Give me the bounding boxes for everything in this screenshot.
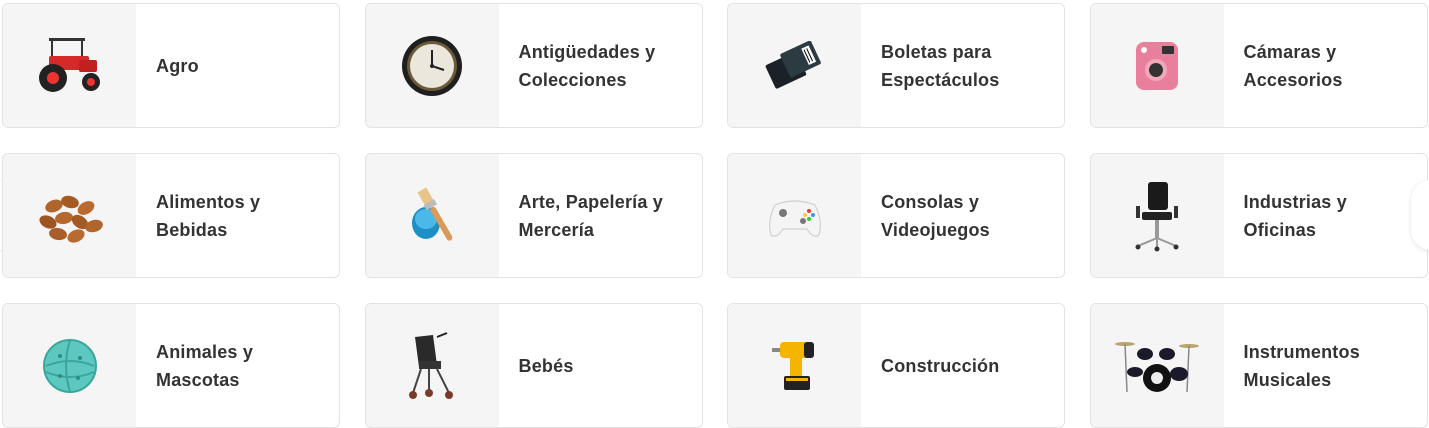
category-card-industrias[interactable]: Industrias y Oficinas [1089, 153, 1428, 278]
category-thumb [728, 304, 861, 427]
paintbrush-icon [412, 186, 453, 241]
category-label: Cámaras y Accesorios [1243, 41, 1343, 90]
drill-icon [771, 341, 814, 390]
category-card-instrumentos[interactable]: Instrumentos Musicales [1089, 303, 1428, 428]
tickets-icon [765, 40, 821, 89]
category-card-antiguedades[interactable]: Antigüedades y Colecciones [364, 3, 703, 128]
category-label: Agro [156, 55, 199, 76]
category-card-boletas[interactable]: Boletas para Espectáculos [727, 3, 1065, 128]
instant-camera-icon [1136, 41, 1178, 90]
category-label: Consolas y Videojuegos [881, 191, 990, 240]
category-label: Instrumentos Musicales [1243, 341, 1360, 390]
category-card-agro[interactable]: Agro [2, 3, 340, 128]
category-thumb [365, 304, 499, 427]
category-label: Alimentos y Bebidas [156, 191, 261, 240]
category-card-animales[interactable]: Animales y Mascotas [2, 303, 340, 428]
office-chair-icon [1135, 181, 1179, 251]
category-grid: Agro Antigüedades y Colecciones Boletas … [2, 3, 1428, 428]
category-thumb [3, 304, 136, 427]
category-label: Bebés [518, 355, 574, 376]
category-card-arte[interactable]: Arte, Papelería y Mercería [364, 153, 703, 278]
category-thumb [1090, 304, 1224, 427]
category-card-construccion[interactable]: Construcción [727, 303, 1065, 428]
category-label: Arte, Papelería y Mercería [518, 191, 663, 240]
category-thumb [1090, 4, 1224, 127]
category-thumb [3, 154, 136, 277]
category-card-consolas[interactable]: Consolas y Videojuegos [727, 153, 1065, 278]
stroller-icon [409, 331, 453, 399]
wall-clock-icon [402, 35, 462, 96]
category-label: Antigüedades y Colecciones [518, 41, 656, 90]
pet-ball-icon [42, 338, 97, 393]
category-card-camaras[interactable]: Cámaras y Accesorios [1089, 3, 1428, 128]
category-card-alimentos[interactable]: Alimentos y Bebidas [2, 153, 340, 278]
carousel-next-button[interactable] [1411, 180, 1429, 250]
drum-kit-icon [1115, 341, 1199, 392]
category-thumb [1090, 154, 1224, 277]
category-thumb [728, 4, 861, 127]
category-label: Construcción [881, 355, 1000, 376]
category-thumb [365, 4, 499, 127]
game-controller-icon [768, 199, 821, 237]
category-card-bebes[interactable]: Bebés [364, 303, 703, 428]
tractor-icon [38, 37, 100, 92]
category-thumb [3, 4, 136, 127]
category-label: Boletas para Espectáculos [881, 41, 1000, 90]
category-thumb [728, 154, 861, 277]
category-thumb [365, 154, 499, 277]
category-label: Animales y Mascotas [156, 341, 254, 390]
category-label: Industrias y Oficinas [1243, 191, 1347, 240]
almonds-icon [38, 195, 103, 243]
